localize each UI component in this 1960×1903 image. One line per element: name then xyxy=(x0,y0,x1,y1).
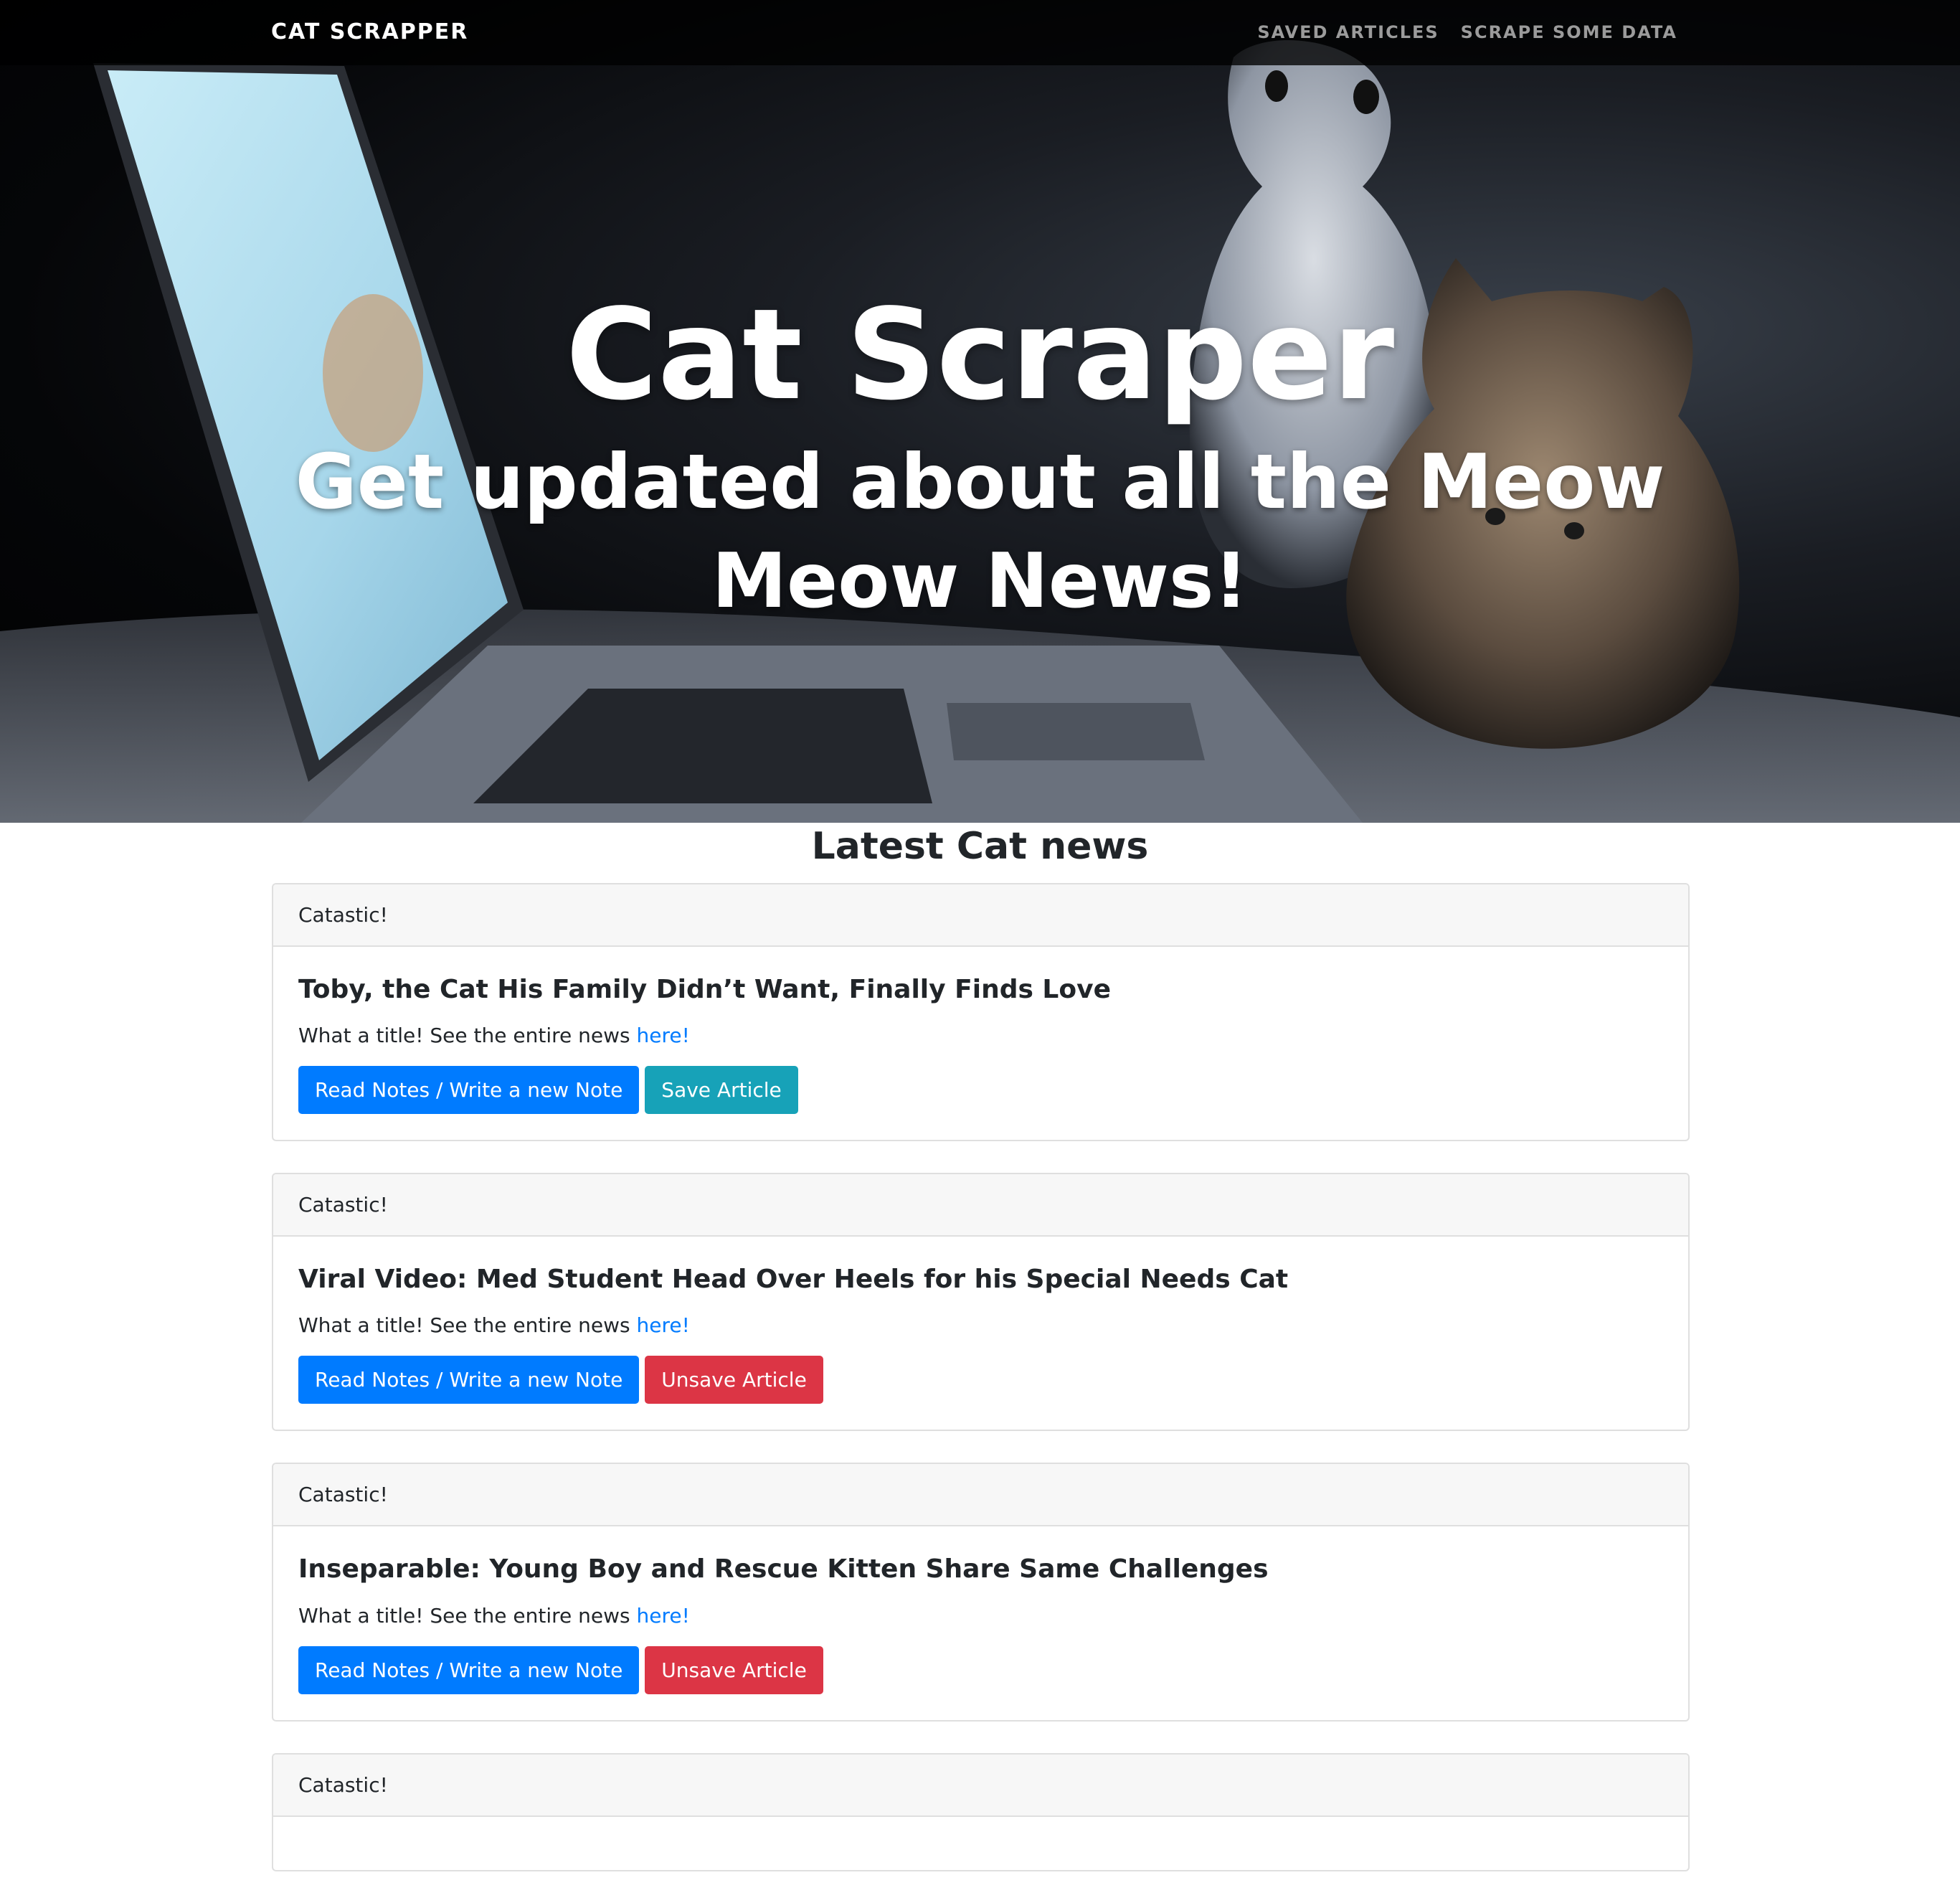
card-header: Catastic! xyxy=(273,1174,1688,1237)
card-body: Viral Video: Med Student Head Over Heels… xyxy=(273,1237,1688,1430)
article-link[interactable]: here! xyxy=(637,1313,690,1337)
article-actions: Read Notes / Write a new Note Unsave Art… xyxy=(298,1356,1663,1404)
article-card: Catastic! xyxy=(272,1752,1690,1871)
card-header: Catastic! xyxy=(273,1464,1688,1527)
nav-links: SAVED ARTICLES SCRAPE SOME DATA xyxy=(1257,22,1677,42)
card-header: Catastic! xyxy=(273,884,1688,947)
article-title: Viral Video: Med Student Head Over Heels… xyxy=(298,1265,1289,1295)
section-heading: Latest Cat news xyxy=(811,825,1149,868)
article-card: Catastic! Toby, the Cat His Family Didn’… xyxy=(272,883,1690,1142)
unsave-article-button[interactable]: Unsave Article xyxy=(645,1356,823,1404)
card-body xyxy=(273,1817,1688,1870)
nav-link-saved-articles[interactable]: SAVED ARTICLES xyxy=(1257,22,1439,42)
article-card: Catastic! Viral Video: Med Student Head … xyxy=(272,1173,1690,1432)
article-title: Inseparable: Young Boy and Rescue Kitten… xyxy=(298,1554,1269,1585)
hero-subtitle: Get updated about all the Meow Meow News… xyxy=(295,438,1665,625)
article-link[interactable]: here! xyxy=(637,1024,690,1047)
read-notes-button[interactable]: Read Notes / Write a new Note xyxy=(298,1645,640,1694)
save-article-button[interactable]: Save Article xyxy=(645,1066,798,1115)
card-header: Catastic! xyxy=(273,1754,1688,1817)
read-notes-button[interactable]: Read Notes / Write a new Note xyxy=(298,1356,640,1404)
article-title: Toby, the Cat His Family Didn’t Want, Fi… xyxy=(298,975,1111,1004)
article-text: What a title! See the entire news here! xyxy=(298,1024,1663,1047)
article-text: What a title! See the entire news here! xyxy=(298,1604,1663,1628)
read-notes-button[interactable]: Read Notes / Write a new Note xyxy=(298,1066,640,1115)
article-text-prefix: What a title! See the entire news xyxy=(298,1024,637,1048)
top-navbar: CAT SCRAPPER SAVED ARTICLES SCRAPE SOME … xyxy=(0,0,1960,65)
article-actions: Read Notes / Write a new Note Unsave Art… xyxy=(298,1645,1663,1694)
article-actions: Read Notes / Write a new Note Save Artic… xyxy=(298,1066,1663,1115)
article-link[interactable]: here! xyxy=(637,1604,690,1628)
article-text: What a title! See the entire news here! xyxy=(298,1313,1663,1337)
nav-link-scrape-data[interactable]: SCRAPE SOME DATA xyxy=(1461,22,1677,42)
article-text-prefix: What a title! See the entire news xyxy=(298,1603,637,1628)
article-card: Catastic! Inseparable: Young Boy and Res… xyxy=(272,1463,1690,1722)
unsave-article-button[interactable]: Unsave Article xyxy=(645,1645,823,1694)
navbar-brand[interactable]: CAT SCRAPPER xyxy=(271,19,468,44)
article-list: Catastic! Toby, the Cat His Family Didn’… xyxy=(272,883,1690,1903)
hero-title: Cat Scraper xyxy=(565,283,1395,428)
hero-banner: Cat Scraper Get updated about all the Me… xyxy=(0,0,1960,823)
card-body: Toby, the Cat His Family Didn’t Want, Fi… xyxy=(273,947,1688,1140)
card-body: Inseparable: Young Boy and Rescue Kitten… xyxy=(273,1526,1688,1719)
article-text-prefix: What a title! See the entire news xyxy=(298,1313,637,1338)
